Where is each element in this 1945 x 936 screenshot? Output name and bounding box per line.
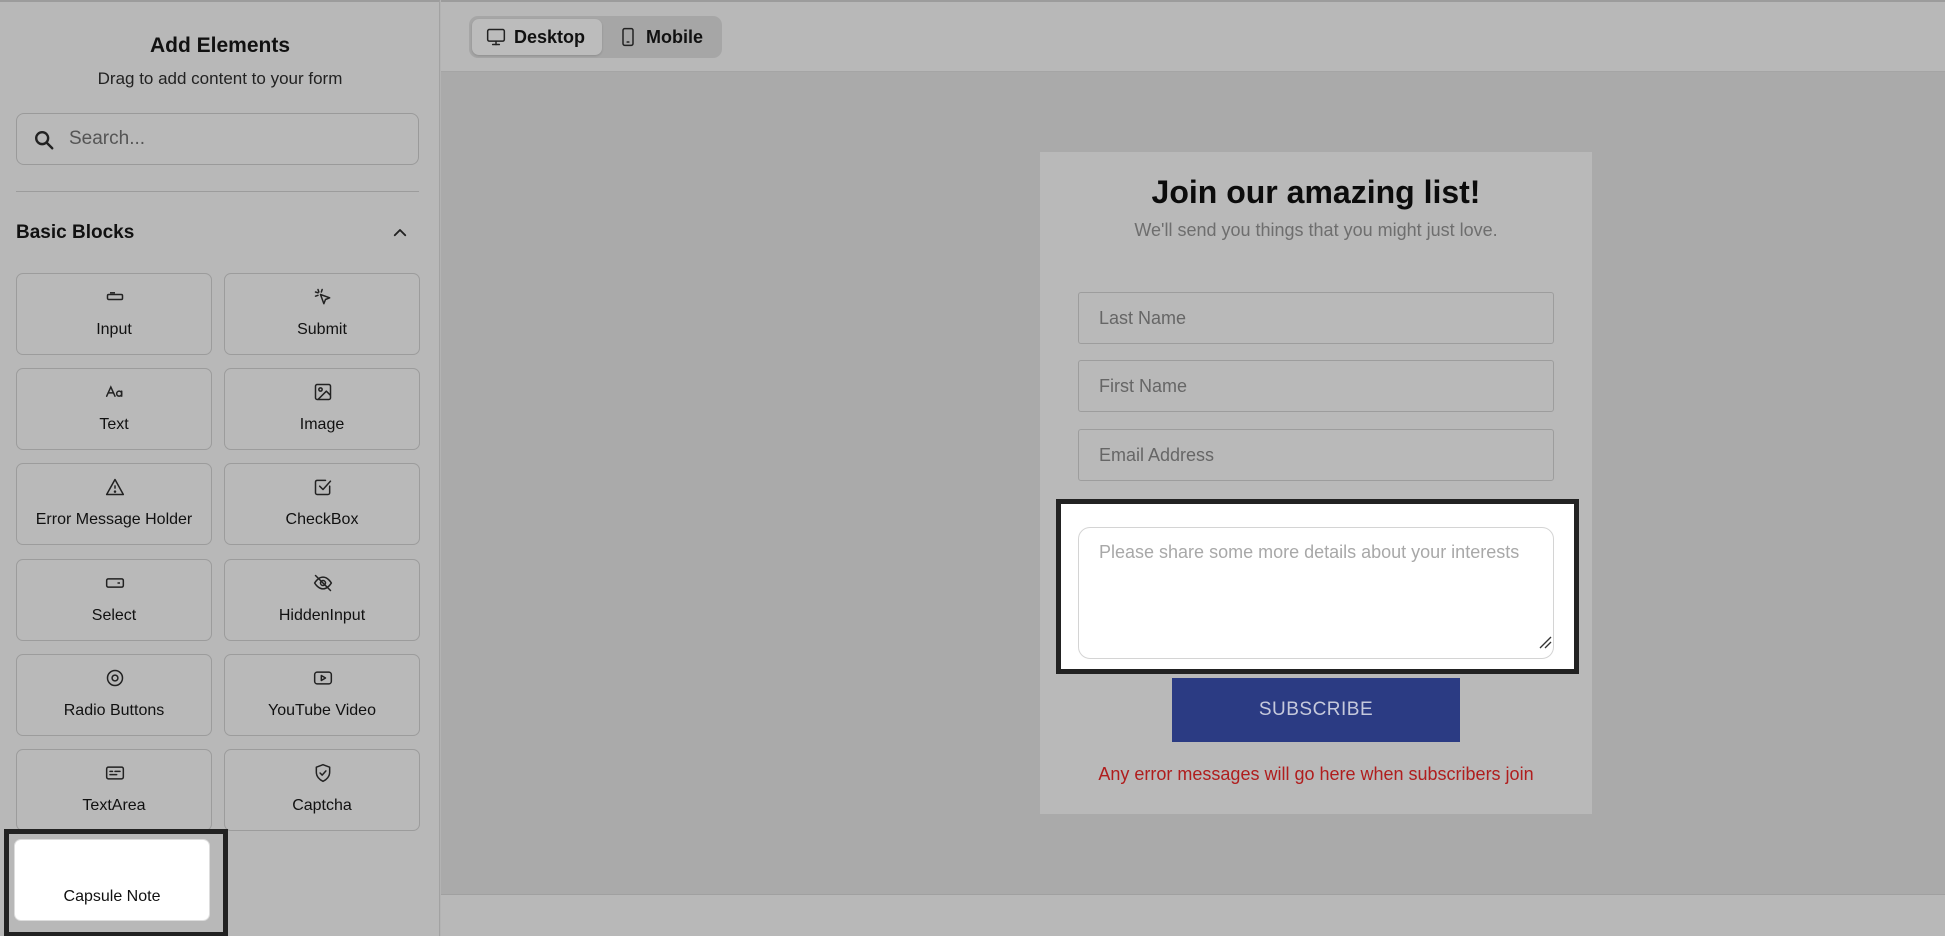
sidebar-divider xyxy=(16,191,419,192)
block-label: CheckBox xyxy=(285,511,359,528)
email-field[interactable] xyxy=(1078,429,1554,481)
select-icon xyxy=(105,578,125,588)
block-hidden-input[interactable]: HiddenInput xyxy=(224,559,420,641)
desktop-button[interactable]: Desktop xyxy=(472,19,602,55)
drop-highlight-frame xyxy=(1056,499,1579,674)
block-label: Input xyxy=(96,321,132,338)
block-youtube-video[interactable]: YouTube Video xyxy=(224,654,420,736)
input-icon xyxy=(106,292,124,301)
block-label: Text xyxy=(99,416,129,433)
form-subtitle: We'll send you things that you might jus… xyxy=(1134,220,1498,240)
bottom-bar xyxy=(441,894,1945,936)
block-label: Radio Buttons xyxy=(63,702,165,719)
block-text[interactable]: Text xyxy=(16,368,212,450)
youtube-icon xyxy=(313,671,333,685)
block-captcha[interactable]: Captcha xyxy=(224,749,420,831)
error-message-text: Any error messages will go here when sub… xyxy=(1098,764,1534,784)
block-label: Captcha xyxy=(292,797,352,814)
block-label: Select xyxy=(91,607,137,624)
last-name-field[interactable] xyxy=(1078,292,1554,344)
block-label: TextArea xyxy=(82,797,146,814)
checkbox-icon xyxy=(314,479,332,496)
block-label: YouTube Video xyxy=(268,702,376,719)
add-elements-sidebar: Add Elements Drag to add content to your… xyxy=(0,0,440,936)
search-icon xyxy=(35,131,54,150)
desktop-label: Desktop xyxy=(514,26,586,47)
block-image[interactable]: Image xyxy=(224,368,420,450)
warning-triangle-icon xyxy=(105,478,125,496)
eye-off-icon xyxy=(313,574,333,592)
block-label: Error Message Holder xyxy=(35,511,193,528)
image-icon xyxy=(314,383,332,401)
block-select[interactable]: Select xyxy=(16,559,212,641)
text-icon xyxy=(105,385,123,397)
shield-check-icon xyxy=(315,763,331,783)
resize-handle-icon[interactable] xyxy=(1538,635,1552,649)
first-name-field[interactable] xyxy=(1078,360,1554,412)
block-label: HiddenInput xyxy=(278,607,366,624)
basic-blocks-header[interactable]: Basic Blocks xyxy=(16,220,419,246)
block-submit[interactable]: Submit xyxy=(224,273,420,355)
mobile-label: Mobile xyxy=(646,26,703,47)
radio-icon xyxy=(106,669,124,687)
block-input[interactable]: Input xyxy=(16,273,212,355)
sidebar-title: Add Elements xyxy=(149,34,291,57)
details-textarea[interactable] xyxy=(1078,527,1554,659)
device-toggle: Desktop Mobile xyxy=(469,16,722,58)
sidebar-subtitle: Drag to add content to your form xyxy=(97,69,343,88)
block-label: Image xyxy=(299,416,345,433)
drag-highlight-frame: Capsule Note xyxy=(4,829,228,936)
block-radio-buttons[interactable]: Radio Buttons xyxy=(16,654,212,736)
mobile-icon xyxy=(622,27,634,47)
form-title: Join our amazing list! xyxy=(1151,174,1481,210)
signup-form-preview: Join our amazing list! We'll send you th… xyxy=(1040,152,1592,814)
preview-toolbar: Desktop Mobile xyxy=(441,0,1945,72)
section-title: Basic Blocks xyxy=(16,222,135,243)
textarea-icon xyxy=(105,766,125,780)
desktop-icon xyxy=(486,28,506,46)
block-error-message-holder[interactable]: Error Message Holder xyxy=(16,463,212,545)
pointer-click-icon xyxy=(314,288,331,305)
chevron-up-icon[interactable] xyxy=(391,224,409,242)
block-textarea[interactable]: TextArea xyxy=(16,749,212,831)
search-box[interactable] xyxy=(16,113,419,165)
subscribe-button[interactable]: SUBSCRIBE xyxy=(1172,678,1460,742)
block-capsule-note[interactable]: Capsule Note xyxy=(14,839,210,921)
block-label: Capsule Note xyxy=(63,888,161,905)
block-label: Submit xyxy=(297,321,347,338)
block-checkbox[interactable]: CheckBox xyxy=(224,463,420,545)
mobile-button[interactable]: Mobile xyxy=(606,19,718,55)
search-input[interactable] xyxy=(69,114,409,164)
